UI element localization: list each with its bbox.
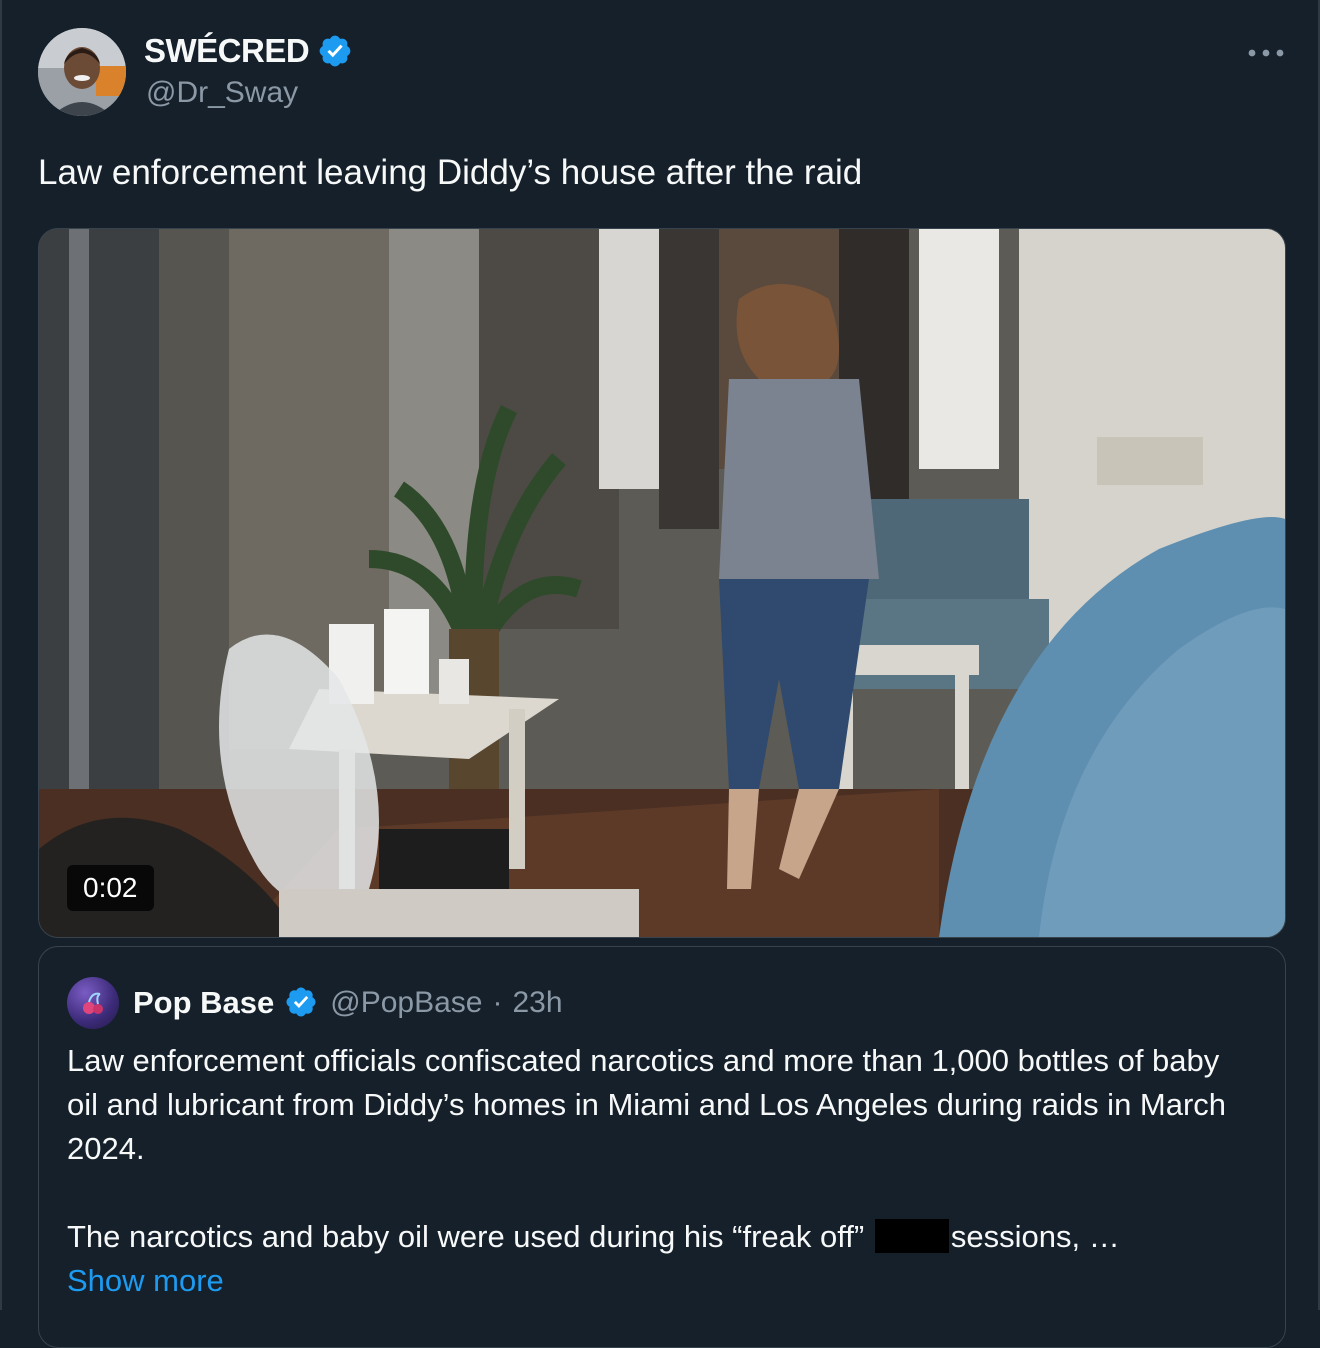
author-name-row: SWÉCRED <box>144 32 353 70</box>
verified-badge-icon <box>317 33 353 69</box>
quoted-timestamp[interactable]: 23h <box>513 986 563 1020</box>
pop-base-logo <box>83 992 103 1014</box>
pop-base-avatar[interactable] <box>67 977 119 1029</box>
tweet-text: Law enforcement leaving Diddy’s house af… <box>38 153 863 192</box>
author-avatar[interactable] <box>38 28 126 116</box>
redaction-block <box>874 1219 949 1253</box>
quoted-paragraph-2-start: The narcotics and baby oil were used dur… <box>67 1219 865 1254</box>
video-duration: 0:02 <box>67 865 154 911</box>
quoted-verified-badge-icon <box>284 985 320 1021</box>
frame-edge-left <box>0 0 2 1310</box>
quoted-separator: · <box>492 986 503 1019</box>
tweet-video[interactable]: 0:02 <box>38 228 1286 938</box>
author-name[interactable]: SWÉCRED <box>144 32 310 70</box>
quoted-tweet[interactable]: Pop Base @PopBase · 23h Law enforcement … <box>38 946 1286 1348</box>
quoted-paragraph-2-end: sessions, … <box>950 1219 1120 1254</box>
more-dots-icon <box>1246 45 1286 63</box>
show-more-link[interactable]: Show more <box>67 1259 1257 1303</box>
quoted-paragraph-2: The narcotics and baby oil were used dur… <box>67 1215 1257 1259</box>
quoted-paragraph-1: Law enforcement officials confiscated na… <box>67 1043 1227 1166</box>
tweet-header: SWÉCRED @Dr_Sway <box>38 28 1290 120</box>
quoted-tweet-body: Law enforcement officials confiscated na… <box>67 1039 1257 1303</box>
video-frame <box>39 229 1285 937</box>
quoted-author-name[interactable]: Pop Base <box>133 985 274 1021</box>
quoted-author-handle[interactable]: @PopBase <box>330 986 482 1020</box>
more-options-button[interactable] <box>1242 36 1290 72</box>
quoted-tweet-header: Pop Base @PopBase · 23h <box>67 977 563 1029</box>
author-handle[interactable]: @Dr_Sway <box>146 76 298 110</box>
